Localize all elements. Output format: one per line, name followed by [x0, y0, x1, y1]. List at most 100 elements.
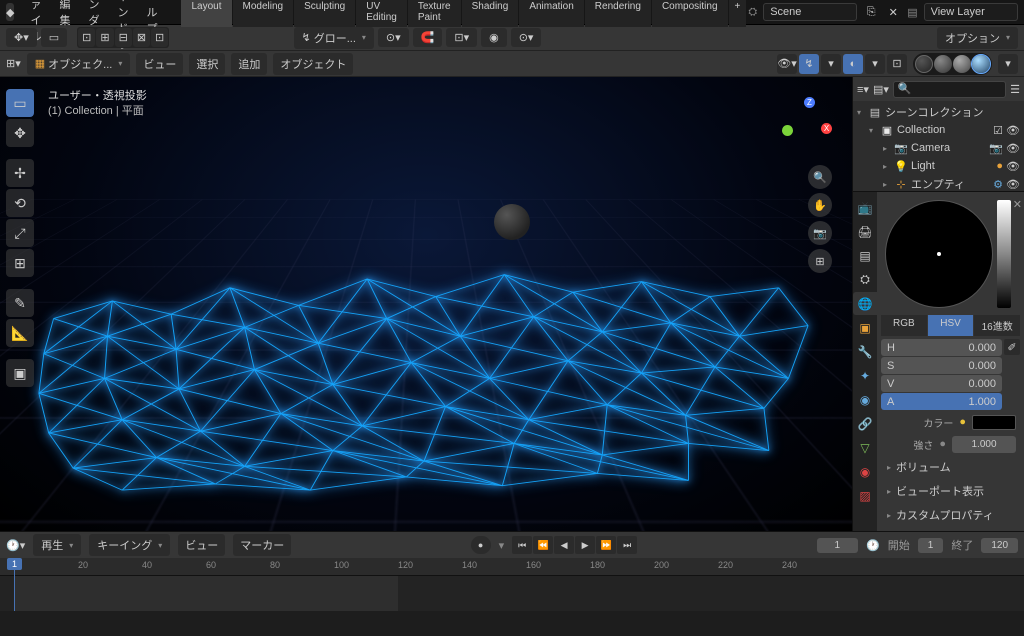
axis-z-icon[interactable]: Z: [804, 97, 815, 108]
menu-add[interactable]: 追加: [231, 53, 267, 75]
tab-texture[interactable]: Texture Paint: [408, 0, 461, 27]
tab-modeling[interactable]: Modeling: [233, 0, 294, 27]
timeline-marker[interactable]: マーカー: [233, 534, 291, 556]
prop-tab-data[interactable]: ▽: [853, 436, 877, 459]
zoom-icon[interactable]: 🔍: [808, 165, 832, 189]
prop-tab-particle[interactable]: ✦: [853, 364, 877, 387]
ortho-toggle-icon[interactable]: ⊞: [808, 249, 832, 273]
scene-new-icon[interactable]: ⎘: [863, 4, 879, 20]
hue-field[interactable]: H0.000: [881, 339, 1002, 356]
playhead[interactable]: [14, 558, 15, 611]
color-link-dot[interactable]: ●: [959, 416, 966, 428]
tree-light[interactable]: ▸💡Light●👁: [855, 157, 1022, 175]
autokey-icon[interactable]: ●: [471, 536, 491, 554]
color-wheel[interactable]: [885, 200, 993, 308]
scene-delete-icon[interactable]: ✕: [885, 4, 901, 20]
tool-move[interactable]: ✢: [6, 159, 34, 187]
tool-add-cube[interactable]: ▣: [6, 359, 34, 387]
outliner-search[interactable]: 🔍: [893, 81, 1006, 98]
val-field[interactable]: V0.000: [881, 375, 1002, 392]
prop-tab-texture[interactable]: ▨: [853, 484, 877, 507]
tool-annotate[interactable]: ✎: [6, 289, 34, 317]
mode-dropdown[interactable]: ▦ オブジェク...: [27, 53, 131, 75]
xray-icon[interactable]: ⊡: [887, 54, 907, 74]
camera-view-icon[interactable]: 📷: [808, 221, 832, 245]
start-frame-field[interactable]: 1: [918, 538, 944, 553]
tree-scene-collection[interactable]: ▾▤シーンコレクション: [855, 103, 1022, 121]
snap-element-icon[interactable]: ⊡▾: [446, 28, 477, 47]
outliner-filter-icon[interactable]: ☰: [1010, 83, 1020, 96]
tab-sculpting[interactable]: Sculpting: [294, 0, 355, 27]
play-reverse-icon[interactable]: ◀: [554, 536, 574, 554]
tab-layout[interactable]: Layout: [181, 0, 231, 27]
tab-uv[interactable]: UV Editing: [356, 0, 407, 27]
menu-object[interactable]: オブジェクト: [273, 53, 353, 75]
keyframe-next-icon[interactable]: ⏩: [596, 536, 616, 554]
panel-viewport-display[interactable]: ▸ビューポート表示: [881, 479, 1020, 503]
prop-tab-render[interactable]: 📺: [853, 196, 877, 219]
snap-toggle-icon[interactable]: 🧲: [413, 28, 443, 47]
3d-viewport[interactable]: ▭ ✥ ✢ ⟲ ⤢ ⊞ ✎ 📐 ▣ ユーザー・透視投影 (1) Collecti…: [0, 77, 852, 531]
world-color-swatch[interactable]: [972, 415, 1016, 430]
tool-cursor[interactable]: ✥: [6, 119, 34, 147]
options-dropdown[interactable]: オプション: [937, 27, 1018, 49]
snap-2[interactable]: ⊞: [96, 28, 113, 47]
snap-5[interactable]: ⊡: [151, 28, 168, 47]
editor-type-icon[interactable]: ⊞▾: [6, 57, 21, 70]
eyedropper-icon[interactable]: ✐: [1004, 339, 1020, 355]
axis-x-icon[interactable]: X: [821, 123, 832, 134]
prop-tab-output[interactable]: 🖨: [853, 220, 877, 243]
tool-select-box[interactable]: ▭: [6, 89, 34, 117]
prop-tab-scene[interactable]: ⛭: [853, 268, 877, 291]
blender-logo-icon[interactable]: ◆: [6, 3, 14, 21]
shade-solid-icon[interactable]: [934, 55, 952, 73]
keying-dropdown[interactable]: キーイング: [89, 534, 170, 556]
jump-end-icon[interactable]: ⏭: [617, 536, 637, 554]
proportional-falloff-icon[interactable]: ⊙▾: [511, 28, 542, 47]
alpha-field[interactable]: A1.000: [881, 393, 1002, 410]
shade-material-icon[interactable]: [953, 55, 971, 73]
tool-rotate[interactable]: ⟲: [6, 189, 34, 217]
tab-rendering[interactable]: Rendering: [585, 0, 651, 27]
panel-custom-props[interactable]: ▸カスタムプロパティ: [881, 503, 1020, 527]
tool-transform[interactable]: ⊞: [6, 249, 34, 277]
playback-dropdown[interactable]: 再生: [33, 534, 81, 556]
restrict-view-icon[interactable]: 👁: [1006, 124, 1020, 137]
cursor-tool-icon[interactable]: ✥▾: [6, 28, 37, 47]
snap-1[interactable]: ⊡: [78, 28, 95, 47]
preview-range-icon[interactable]: 🕐: [866, 539, 880, 552]
tree-camera[interactable]: ▸📷Camera📷👁: [855, 139, 1022, 157]
timeline-track[interactable]: 0 20 40 60 80 100 120 140 160 180 200 22…: [0, 558, 1024, 611]
menu-select[interactable]: 選択: [189, 53, 225, 75]
ctab-hex[interactable]: 16進数: [974, 315, 1020, 336]
shading-options-icon[interactable]: ▾: [998, 54, 1018, 74]
snap-3[interactable]: ⊟: [115, 28, 132, 47]
restrict-select-icon[interactable]: ☑: [993, 124, 1003, 137]
outliner-editor-icon[interactable]: ≡▾: [857, 83, 869, 96]
tab-animation[interactable]: Animation: [519, 0, 583, 27]
prop-tab-object[interactable]: ▣: [853, 316, 877, 339]
current-frame-field[interactable]: 1: [817, 538, 859, 553]
tab-compositing[interactable]: Compositing: [652, 0, 728, 27]
nav-gizmo[interactable]: Z X: [778, 95, 834, 151]
ctab-hsv[interactable]: HSV: [928, 315, 974, 336]
menu-edit[interactable]: 編集: [51, 0, 78, 31]
strength-link-dot[interactable]: ●: [939, 438, 946, 450]
prop-tab-constraint[interactable]: 🔗: [853, 412, 877, 435]
prop-tab-modifier[interactable]: 🔧: [853, 340, 877, 363]
snap-4[interactable]: ⊠: [133, 28, 150, 47]
pivot-icon[interactable]: ⊙▾: [378, 28, 409, 47]
tool-measure[interactable]: 📐: [6, 319, 34, 347]
scene-name-field[interactable]: [763, 3, 857, 21]
select-tool-icon[interactable]: ▭: [41, 28, 67, 47]
tree-collection[interactable]: ▾▣Collection☑👁: [855, 121, 1022, 139]
jump-start-icon[interactable]: ⏮: [512, 536, 532, 554]
sat-field[interactable]: S0.000: [881, 357, 1002, 374]
tool-scale[interactable]: ⤢: [6, 219, 34, 247]
menu-view[interactable]: ビュー: [136, 53, 183, 75]
cam-data-icon[interactable]: 📷: [989, 142, 1003, 155]
tab-shading[interactable]: Shading: [462, 0, 519, 27]
shade-wireframe-icon[interactable]: [915, 55, 933, 73]
gizmo-menu-icon[interactable]: ▾: [821, 54, 841, 74]
prop-tab-material[interactable]: ◉: [853, 460, 877, 483]
